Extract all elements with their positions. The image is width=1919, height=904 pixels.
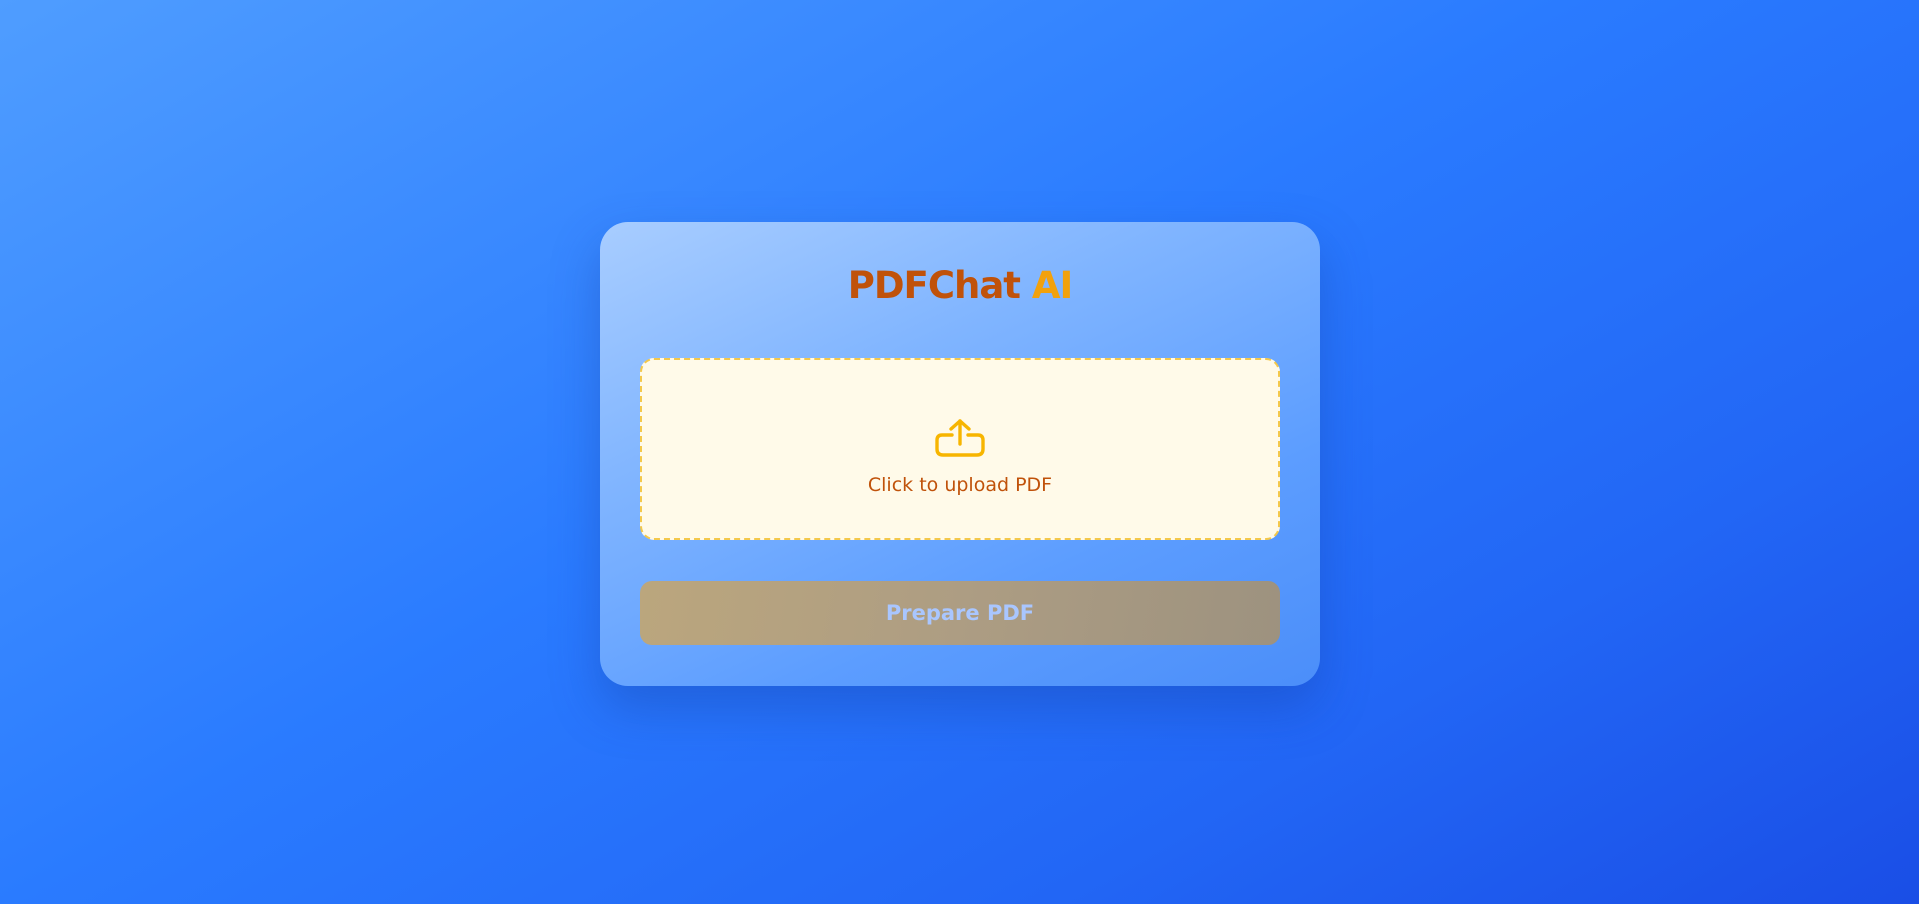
app-title: PDFChat AI	[600, 264, 1320, 308]
pdf-upload-dropzone[interactable]: Click to upload PDF	[640, 358, 1280, 540]
upload-label: Click to upload PDF	[867, 474, 1053, 496]
prepare-pdf-button[interactable]: Prepare PDF	[640, 581, 1280, 645]
upload-card: PDFChat AI Click to upload PDF Prepare P…	[600, 222, 1320, 686]
upload-icon	[935, 419, 985, 457]
app-title-brand: PDFChat	[847, 264, 1021, 307]
app-title-accent: AI	[1031, 264, 1073, 307]
